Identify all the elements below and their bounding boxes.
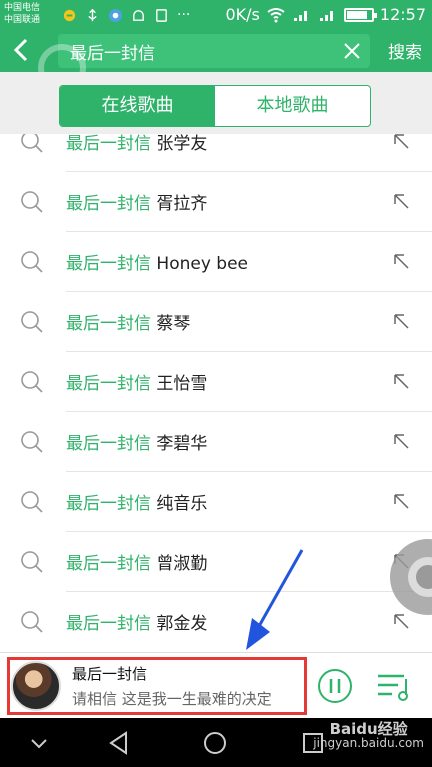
battery-icon xyxy=(343,7,377,22)
suggestion-item[interactable]: 最后一封信 李碧华 xyxy=(0,412,432,472)
status-bar: 中国电信 中国联通 ··· 0K/s 12:57 xyxy=(0,0,432,30)
watermark-url: jingyan.baidu.com xyxy=(313,736,424,750)
suggestion-suffix: 王怡雪 xyxy=(156,374,208,394)
search-icon xyxy=(21,611,43,633)
suggestion-keyword: 最后一封信 xyxy=(66,614,151,634)
signal-4g-icon xyxy=(293,10,307,21)
notification-icons: ··· xyxy=(62,7,190,23)
usb-icon xyxy=(88,8,97,21)
search-icon xyxy=(21,191,43,213)
system-status: 0K/s 12:57 xyxy=(225,5,426,24)
suggestion-suffix: 曾淑勤 xyxy=(156,554,208,574)
suggestion-keyword: 最后一封信 xyxy=(66,134,151,154)
suggestion-keyword: 最后一封信 xyxy=(66,494,151,514)
more-notifications-icon: ··· xyxy=(177,7,191,23)
pause-icon[interactable] xyxy=(317,668,353,704)
search-input[interactable] xyxy=(58,34,338,68)
suggestion-item[interactable]: 最后一封信 曾淑勤 xyxy=(0,532,432,592)
carrier-1: 中国电信 xyxy=(4,3,41,13)
search-icon xyxy=(21,551,43,573)
fill-arrow-icon[interactable] xyxy=(392,372,410,390)
suggestion-keyword: 最后一封信 xyxy=(66,554,151,574)
search-icon xyxy=(21,134,43,153)
android-icon xyxy=(133,9,144,21)
baidu-watermark: Baidu经验 jingyan.baidu.com xyxy=(313,720,424,751)
back-icon[interactable] xyxy=(8,36,36,64)
search-icon xyxy=(21,431,43,453)
search-icon xyxy=(21,371,43,393)
fill-arrow-icon[interactable] xyxy=(392,432,410,450)
suggestion-suffix: 张学友 xyxy=(156,134,208,154)
fill-arrow-icon[interactable] xyxy=(392,492,410,510)
floating-assist-ball[interactable] xyxy=(388,538,432,616)
suggestion-keyword: 最后一封信 xyxy=(66,314,151,334)
mini-player[interactable]: 最后一封信 请相信 这是我一生最难的决定 xyxy=(0,652,432,718)
search-icon xyxy=(21,491,43,513)
suggestion-keyword: 最后一封信 xyxy=(66,434,151,454)
tab-local-songs[interactable]: 本地歌曲 xyxy=(215,86,370,126)
carrier-info: 中国电信 中国联通 xyxy=(4,2,40,26)
annotation-highlight-box xyxy=(7,657,307,715)
signal-2g-icon xyxy=(319,10,333,21)
suggestion-list: 最后一封信 张学友 最后一封信 胥拉齐 最后一封信 Honey bee 最后一封… xyxy=(0,134,432,652)
fill-arrow-icon[interactable] xyxy=(392,252,410,270)
suggestion-item[interactable]: 最后一封信 郭金发 xyxy=(0,592,432,652)
tab-switcher: 在线歌曲 本地歌曲 xyxy=(59,85,371,127)
fill-arrow-icon[interactable] xyxy=(392,134,410,150)
search-icon xyxy=(21,311,43,333)
search-button[interactable]: 搜索 xyxy=(388,38,422,63)
fill-arrow-icon[interactable] xyxy=(392,312,410,330)
suggestion-suffix: 李碧华 xyxy=(156,434,208,454)
suggestion-keyword: 最后一封信 xyxy=(66,254,151,274)
app-notification-icon xyxy=(63,9,76,21)
suggestion-item[interactable]: 最后一封信 Honey bee xyxy=(0,232,432,292)
clock: 12:57 xyxy=(379,5,426,24)
suggestion-suffix: 蔡琴 xyxy=(156,314,191,334)
playlist-icon[interactable] xyxy=(376,671,414,703)
suggestion-item[interactable]: 最后一封信 胥拉齐 xyxy=(0,172,432,232)
system-nav-bar: Baidu经验 jingyan.baidu.com xyxy=(0,718,432,767)
suggestion-suffix: 纯音乐 xyxy=(156,494,208,514)
search-box xyxy=(58,34,370,68)
watermark-brand: Baidu经验 xyxy=(329,720,408,738)
annotation-arrow-icon xyxy=(246,549,304,650)
tabs-area: 在线歌曲 本地歌曲 xyxy=(0,72,432,134)
suggestion-suffix: Honey bee xyxy=(156,254,248,274)
fill-arrow-icon[interactable] xyxy=(392,192,410,210)
suggestion-item[interactable]: 最后一封信 蔡琴 xyxy=(0,292,432,352)
nav-back-icon[interactable] xyxy=(106,730,132,756)
clear-icon[interactable] xyxy=(342,41,362,61)
browser-icon xyxy=(108,8,123,22)
wifi-icon xyxy=(267,7,285,22)
storage-icon xyxy=(156,8,167,22)
network-speed: 0K/s xyxy=(225,5,260,24)
suggestion-keyword: 最后一封信 xyxy=(66,374,151,394)
tab-online-songs[interactable]: 在线歌曲 xyxy=(60,86,215,126)
suggestion-suffix: 郭金发 xyxy=(156,614,208,634)
suggestion-item[interactable]: 最后一封信 王怡雪 xyxy=(0,352,432,412)
suggestion-item[interactable]: 最后一封信 纯音乐 xyxy=(0,472,432,532)
search-icon xyxy=(21,251,43,273)
suggestion-item[interactable]: 最后一封信 张学友 xyxy=(0,134,432,172)
nav-home-icon[interactable] xyxy=(202,730,228,756)
carrier-2: 中国联通 xyxy=(4,15,41,25)
suggestion-keyword: 最后一封信 xyxy=(66,194,151,214)
suggestion-suffix: 胥拉齐 xyxy=(156,194,208,214)
hide-nav-icon[interactable] xyxy=(26,730,52,756)
